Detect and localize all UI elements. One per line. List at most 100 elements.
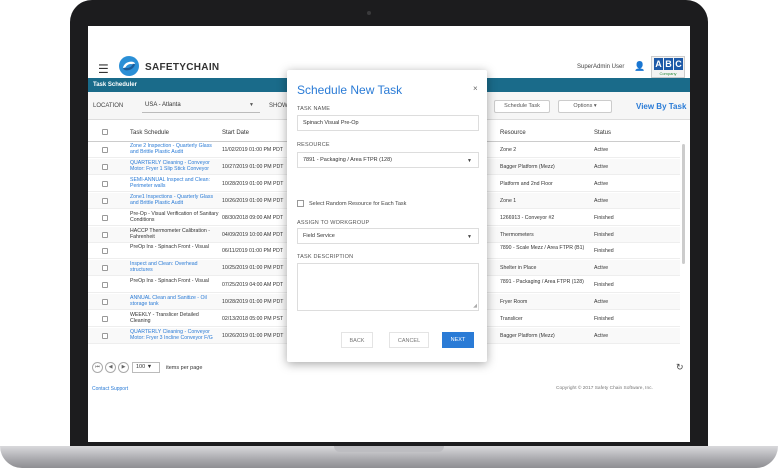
resource-cell: Bagger Platform (Mezz) (500, 332, 555, 339)
chevron-down-icon: ▼ (146, 364, 153, 370)
screen: ☰ SAFETYCHAIN SuperAdmin User 👤 A B C Co… (88, 26, 690, 442)
schedule-task-button[interactable]: Schedule Task (494, 100, 550, 113)
start-date-cell: 11/02/2019 01:00 PM PDT (222, 147, 284, 153)
column-header-start-date[interactable]: Start Date (222, 130, 249, 136)
view-by-task-link[interactable]: View By Task (636, 102, 686, 111)
workgroup-select[interactable]: Field Service ▼ (297, 228, 479, 244)
options-button[interactable]: Options ▾ (558, 100, 612, 113)
company-logo-sub: Company (659, 71, 677, 76)
task-schedule-cell[interactable]: ANNUAL Clean and Sanitize - Oil storage … (130, 295, 220, 309)
status-cell: Finished (594, 231, 614, 238)
task-name-value: Spinach Visual Pre-Op (303, 120, 359, 126)
options-label: Options (573, 103, 593, 109)
resource-cell: Zone 2 (500, 147, 517, 153)
task-schedule-cell[interactable]: QUARTERLY Cleaning - Conveyor Motor: Fry… (130, 329, 220, 343)
table-scrollbar[interactable] (682, 144, 685, 264)
random-resource-checkbox[interactable] (297, 200, 304, 207)
column-header-status[interactable]: Status (594, 130, 611, 136)
task-schedule-cell[interactable]: QUARTERLY Cleaning - Conveyor Motor: Fry… (130, 160, 220, 174)
start-date-cell: 10/27/2019 01:00 PM PDT (222, 163, 284, 170)
row-checkbox[interactable] (102, 214, 108, 221)
page-size-value: 100 (136, 364, 146, 370)
task-schedule-cell[interactable]: SEMI-ANNUAL Inspect and Clean: Perimeter… (130, 177, 220, 191)
resource-cell: Thermometers (500, 231, 534, 238)
start-date-cell: 06/11/2019 01:00 PM PDT (222, 248, 284, 255)
status-cell: Active (594, 180, 609, 187)
task-schedule-cell: PreOp Ins - Spinach Front - Visual (130, 278, 209, 285)
copyright-text: Copyright © 2017 Safety Chain Software, … (556, 386, 653, 391)
camera-dot (367, 11, 371, 15)
start-date-cell: 02/13/2018 05:00 PM PST (222, 316, 284, 322)
description-textarea[interactable]: ◢ (297, 263, 479, 311)
brand-name: SAFETYCHAIN (145, 62, 220, 73)
start-date-cell: 07/25/2019 04:00 AM PDT (222, 282, 284, 289)
status-cell: Active (594, 332, 609, 339)
resource-cell: Zone 1 (500, 197, 517, 204)
task-schedule-cell[interactable]: Zone1 Inspections - Quarterly Glass and … (130, 194, 220, 208)
row-checkbox[interactable] (102, 180, 108, 187)
row-checkbox[interactable] (102, 282, 108, 289)
task-schedule-cell: WEEKLY - Translicer Detailed Cleaning (130, 312, 199, 324)
start-date-cell: 04/09/2019 10:00 AM PDT (222, 231, 284, 238)
row-checkbox[interactable] (102, 197, 108, 204)
next-button[interactable]: NEXT (442, 332, 474, 348)
company-logo: A B C Company (651, 56, 685, 78)
prev-page-button[interactable]: ◀ (105, 362, 116, 373)
task-name-input[interactable]: Spinach Visual Pre-Op (297, 115, 479, 131)
task-schedule-cell[interactable]: Inspect and Clean: Overhead structures (130, 261, 220, 275)
row-checkbox[interactable] (102, 147, 108, 153)
location-select[interactable]: USA - Atlanta ▼ (142, 99, 260, 113)
user-name[interactable]: SuperAdmin User (577, 64, 624, 70)
status-cell: Active (594, 163, 609, 170)
row-checkbox[interactable] (102, 299, 108, 306)
menu-icon[interactable]: ☰ (98, 62, 109, 76)
status-cell: Active (594, 147, 609, 153)
pagination: ⏮ ◀ ▶ 100 ▼ items per page ↻ (88, 362, 690, 376)
column-header-resource[interactable]: Resource (500, 130, 526, 136)
resize-handle-icon[interactable]: ◢ (473, 303, 477, 309)
resource-cell: Shelter in Place (500, 265, 537, 272)
schedule-task-modal: Schedule New Task × TASK NAME Spinach Vi… (287, 70, 487, 362)
contact-support-link[interactable]: Contact Support (92, 386, 128, 392)
row-checkbox[interactable] (102, 163, 108, 170)
resource-cell: Translicer (500, 316, 523, 322)
close-icon[interactable]: × (473, 84, 478, 93)
start-date-cell: 10/28/2019 01:00 PM PDT (222, 299, 284, 306)
page-size-select[interactable]: 100 ▼ (132, 362, 160, 373)
status-cell: Active (594, 197, 609, 204)
next-page-button[interactable]: ▶ (118, 362, 129, 373)
resource-cell: Bagger Platform (Mezz) (500, 163, 555, 170)
user-settings-icon[interactable]: 👤 (634, 61, 645, 72)
status-cell: Finished (594, 214, 614, 221)
select-all-checkbox[interactable] (102, 129, 108, 135)
row-checkbox[interactable] (102, 265, 108, 272)
resource-cell: 7891 - Packaging / Area FTPR (128) (500, 279, 584, 286)
row-checkbox[interactable] (102, 316, 108, 322)
refresh-icon[interactable]: ↻ (676, 362, 684, 373)
start-date-cell: 10/28/2019 01:00 PM PDT (222, 180, 284, 187)
modal-title: Schedule New Task (297, 83, 403, 97)
status-cell: Active (594, 265, 609, 272)
row-checkbox[interactable] (102, 332, 108, 339)
resource-cell: Fryer Room (500, 299, 528, 306)
task-schedule-cell: HACCP Thermometer Calibration - Fahrenhe… (130, 227, 210, 240)
cancel-button[interactable]: CANCEL (389, 332, 429, 348)
status-cell: Finished (594, 282, 614, 289)
chevron-down-icon: ▼ (467, 234, 472, 240)
resource-cell: 7890 - Scale Mezz / Area FTPR (B1) (500, 245, 585, 252)
status-cell: Active (594, 299, 609, 306)
start-date-cell: 10/25/2019 01:00 PM PDT (222, 265, 284, 272)
task-name-label: TASK NAME (297, 106, 331, 112)
random-resource-label: Select Random Resource for Each Task (309, 201, 407, 207)
column-header-task-schedule[interactable]: Task Schedule (130, 130, 169, 136)
back-button[interactable]: BACK (341, 332, 373, 348)
company-logo-letter: A (654, 58, 663, 70)
row-checkbox[interactable] (102, 248, 108, 255)
task-schedule-cell[interactable]: Zone 2 Inspection - Quarterly Glass and … (130, 143, 220, 157)
resource-select[interactable]: 7891 - Packaging / Area FTPR (128) ▼ (297, 152, 479, 168)
laptop-notch (334, 446, 444, 452)
task-schedule-cell: PreOp Ins - Spinach Front - Visual (130, 244, 209, 251)
first-page-button[interactable]: ⏮ (92, 362, 103, 373)
row-checkbox[interactable] (102, 231, 108, 238)
workgroup-value: Field Service (303, 233, 335, 239)
